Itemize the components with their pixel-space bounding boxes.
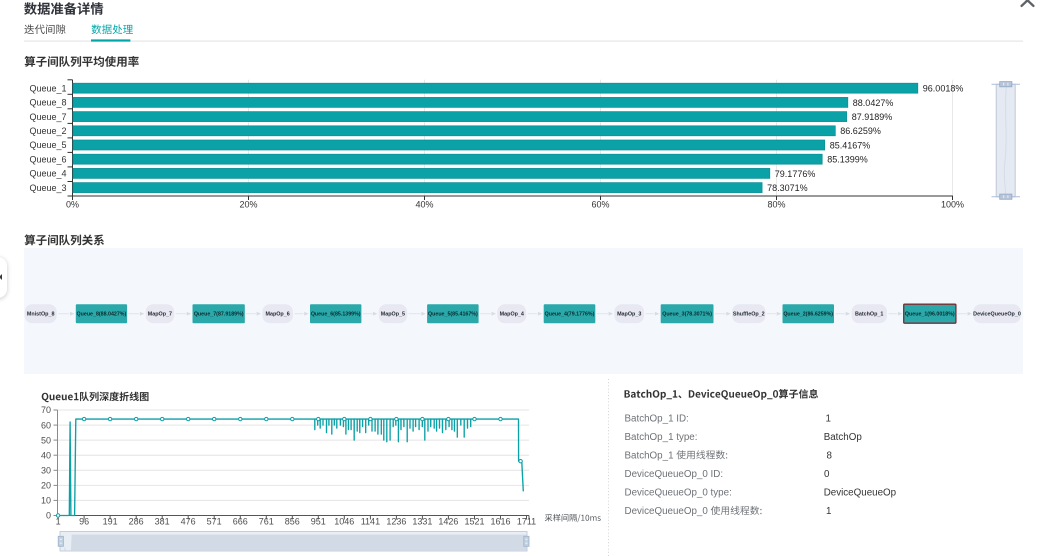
svg-text:Queue_2(86.6259%): Queue_2(86.6259%) <box>783 312 833 318</box>
svg-text:571: 571 <box>207 517 222 527</box>
svg-text:BatchOp_1: BatchOp_1 <box>855 312 883 318</box>
svg-text:286: 286 <box>129 517 144 527</box>
svg-text:70: 70 <box>41 405 51 415</box>
svg-text:MapOp_6: MapOp_6 <box>265 312 289 318</box>
svg-text:40: 40 <box>41 450 51 460</box>
svg-text:DeviceQueueOp_0 ID:: DeviceQueueOp_0 ID: <box>625 469 724 480</box>
svg-text:1521: 1521 <box>464 517 484 527</box>
svg-text:MapOp_3: MapOp_3 <box>617 312 641 318</box>
svg-text:856: 856 <box>285 517 300 527</box>
svg-text:60%: 60% <box>591 200 609 210</box>
svg-text:DeviceQueueOp_0: DeviceQueueOp_0 <box>625 506 709 517</box>
svg-text:Queue_6(85.1399%): Queue_6(85.1399%) <box>311 312 361 318</box>
svg-text:BatchOp_1 type:: BatchOp_1 type: <box>625 432 698 443</box>
svg-text:86.6259%: 86.6259% <box>840 126 881 136</box>
svg-text:30: 30 <box>41 466 51 476</box>
svg-text:DeviceQueueOp_0: DeviceQueueOp_0 <box>973 312 1021 318</box>
svg-text:Queue_5(85.4167%): Queue_5(85.4167%) <box>428 312 478 318</box>
svg-text:1331: 1331 <box>412 517 432 527</box>
svg-text:1: 1 <box>826 506 831 517</box>
svg-text:0: 0 <box>46 511 51 521</box>
svg-text:476: 476 <box>181 517 196 527</box>
svg-text:Queue_3(78.3071%): Queue_3(78.3071%) <box>662 312 712 318</box>
svg-text:80%: 80% <box>767 200 785 210</box>
svg-text:ShuffleOp_2: ShuffleOp_2 <box>733 312 765 318</box>
svg-text:1: 1 <box>56 517 61 527</box>
svg-text:666: 666 <box>233 517 248 527</box>
svg-text:78.3071%: 78.3071% <box>767 183 808 193</box>
svg-text:Queue_4: Queue_4 <box>29 169 66 179</box>
svg-text:Queue_5: Queue_5 <box>29 140 66 150</box>
svg-text:Queue_6: Queue_6 <box>29 154 66 164</box>
svg-text:761: 761 <box>259 517 274 527</box>
svg-text:Queue_8(88.0427%): Queue_8(88.0427%) <box>77 312 127 318</box>
svg-text:DeviceQueueOp: DeviceQueueOp <box>824 488 897 499</box>
svg-text:Queue_1: Queue_1 <box>29 83 66 93</box>
svg-text:Queue_2: Queue_2 <box>29 126 66 136</box>
svg-text:MapOp_4: MapOp_4 <box>500 312 524 318</box>
svg-text:0: 0 <box>824 469 830 480</box>
svg-text:1: 1 <box>826 413 831 424</box>
svg-text:951: 951 <box>311 517 326 527</box>
svg-text:10: 10 <box>41 496 51 506</box>
svg-text:191: 191 <box>103 517 118 527</box>
svg-text:BatchOp_1 ID:: BatchOp_1 ID: <box>625 413 689 424</box>
svg-text:DeviceQueueOp_0 type:: DeviceQueueOp_0 type: <box>625 488 732 499</box>
svg-text:20: 20 <box>41 481 51 491</box>
svg-text:0%: 0% <box>66 200 79 210</box>
svg-text:85.4167%: 85.4167% <box>830 140 871 150</box>
svg-text:MapOp_7: MapOp_7 <box>148 312 172 318</box>
svg-text:Queue_8: Queue_8 <box>29 98 66 108</box>
svg-text:Queue_1(96.0018%): Queue_1(96.0018%) <box>905 312 955 318</box>
svg-text:BatchOp: BatchOp <box>824 432 863 443</box>
svg-text:79.1776%: 79.1776% <box>775 169 816 179</box>
svg-text:Queue_4(79.1776%): Queue_4(79.1776%) <box>545 312 595 318</box>
svg-text:85.1399%: 85.1399% <box>827 155 868 165</box>
svg-text:40%: 40% <box>415 200 433 210</box>
svg-text:1711: 1711 <box>517 517 536 527</box>
svg-text:8: 8 <box>827 450 833 461</box>
svg-text:88.0427%: 88.0427% <box>853 98 894 108</box>
svg-text:96.0018%: 96.0018% <box>923 84 964 94</box>
svg-text:Queue_7(87.9189%): Queue_7(87.9189%) <box>194 312 244 318</box>
svg-text:1046: 1046 <box>334 517 354 527</box>
svg-text:381: 381 <box>155 517 170 527</box>
svg-text:Queue_7: Queue_7 <box>29 112 66 122</box>
svg-text:1236: 1236 <box>386 517 406 527</box>
svg-text:Queue_3: Queue_3 <box>29 183 66 193</box>
svg-text:1141: 1141 <box>361 517 380 527</box>
svg-text:MapOp_5: MapOp_5 <box>381 312 405 318</box>
svg-text:50: 50 <box>41 435 51 445</box>
svg-text:BatchOp_1: BatchOp_1 <box>625 450 674 461</box>
svg-text:1616: 1616 <box>490 517 510 527</box>
svg-text:1426: 1426 <box>438 517 458 527</box>
svg-text:20%: 20% <box>239 200 257 210</box>
svg-text:100%: 100% <box>941 200 964 210</box>
svg-text:87.9189%: 87.9189% <box>852 112 893 122</box>
svg-text:60: 60 <box>41 420 51 430</box>
svg-text:96: 96 <box>79 517 89 527</box>
svg-text:MnistOp_8: MnistOp_8 <box>27 312 55 318</box>
